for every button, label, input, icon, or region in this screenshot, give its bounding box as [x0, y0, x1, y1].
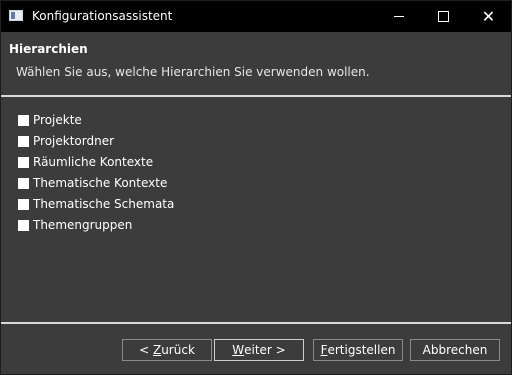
option-thematische-schemata[interactable]: Thematische Schemata — [18, 196, 174, 212]
app-window-icon — [9, 10, 23, 21]
next-label-rest: eiter > — [244, 343, 286, 357]
finish-label-rest: ertigstellen — [327, 343, 396, 357]
hierarchy-options: Projekte Projektordner Räumliche Kontext… — [1, 97, 511, 322]
window-title: Konfigurationsassistent — [32, 9, 173, 23]
next-label-mnemonic: W — [232, 343, 245, 357]
checkbox-label: Projekte — [33, 113, 82, 127]
footer-divider — [1, 322, 511, 324]
close-button[interactable]: ✕ — [466, 1, 511, 32]
checkbox[interactable] — [18, 156, 29, 168]
option-raeumliche-kontexte[interactable]: Räumliche Kontexte — [18, 154, 153, 170]
option-thematische-kontexte[interactable]: Thematische Kontexte — [18, 175, 167, 191]
checkbox[interactable] — [18, 219, 29, 231]
back-button[interactable]: < Zurück — [122, 339, 212, 361]
checkbox-label: Themengruppen — [33, 218, 133, 232]
checkbox[interactable] — [18, 135, 29, 147]
title-bar[interactable]: Konfigurationsassistent ✕ — [1, 1, 511, 32]
checkbox-label: Projektordner — [33, 134, 115, 148]
checkbox-label: Räumliche Kontexte — [33, 155, 154, 169]
cancel-label: Abbrechen — [422, 343, 488, 357]
checkbox[interactable] — [18, 177, 29, 189]
cancel-button[interactable]: Abbrechen — [410, 339, 500, 361]
minimize-button[interactable] — [376, 1, 421, 32]
maximize-button[interactable] — [421, 1, 466, 32]
back-label-prefix: < — [139, 343, 153, 357]
finish-label-mnemonic: F — [320, 343, 328, 357]
option-projekte[interactable]: Projekte — [18, 112, 82, 128]
back-label-rest: urück — [161, 343, 195, 357]
checkbox[interactable] — [18, 114, 29, 126]
option-themengruppen[interactable]: Themengruppen — [18, 217, 132, 233]
next-button[interactable]: Weiter > — [214, 339, 304, 361]
wizard-header: Hierarchien Wählen Sie aus, welche Hiera… — [1, 32, 511, 95]
maximize-icon — [438, 11, 449, 22]
finish-button[interactable]: Fertigstellen — [313, 339, 403, 361]
wizard-window: Konfigurationsassistent ✕ Hierarchien Wä… — [0, 0, 512, 375]
minimize-icon — [393, 16, 404, 17]
option-projektordner[interactable]: Projektordner — [18, 133, 114, 149]
checkbox[interactable] — [18, 198, 29, 210]
checkbox-label: Thematische Kontexte — [33, 176, 168, 190]
page-description: Wählen Sie aus, welche Hierarchien Sie v… — [16, 65, 370, 79]
page-title: Hierarchien — [9, 42, 88, 56]
back-label-mnemonic: Z — [152, 343, 162, 357]
close-icon: ✕ — [481, 6, 496, 26]
checkbox-label: Thematische Schemata — [33, 197, 175, 211]
